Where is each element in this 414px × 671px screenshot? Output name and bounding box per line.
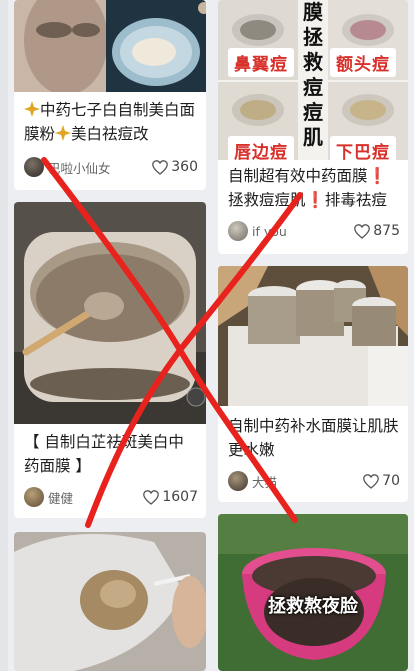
like-count: 70	[382, 473, 400, 489]
card-thumbnail[interactable]	[14, 532, 206, 671]
card-title[interactable]: 中药七子白自制美白面膜粉 美白祛痘改	[24, 98, 198, 146]
card-thumbnail[interactable]	[14, 0, 206, 92]
author-name[interactable]: 健健	[48, 488, 143, 507]
left-edge-strip	[0, 0, 8, 671]
card-title[interactable]: 【 自制白芷祛斑美白中药面膜 】	[24, 430, 198, 478]
card-title-text: 排毒祛痘	[324, 191, 387, 209]
card-title-text: 美白祛痘改	[71, 125, 149, 143]
card-title[interactable]: 自制超有效中药面膜❗拯救痘痘肌❗排毒祛痘	[228, 164, 400, 212]
card-thumbnail[interactable]	[218, 266, 408, 406]
card-meta: 健健 1607	[24, 486, 198, 508]
feed-card[interactable]: 自制中药补水面膜让肌肤更水嫩 大猫 70	[218, 266, 408, 502]
like-button[interactable]: 875	[354, 223, 400, 239]
card-thumbnail[interactable]	[14, 202, 206, 424]
image-label: 唇边痘	[228, 136, 294, 160]
avatar[interactable]	[24, 487, 44, 507]
image-overlay-text: 拯救熬夜脸	[268, 596, 358, 617]
author-name[interactable]: 大猫	[252, 472, 363, 491]
like-count: 1607	[162, 489, 198, 505]
feed-card[interactable]: 【 自制白芷祛斑美白中药面膜 】 健健 1607	[14, 202, 206, 518]
like-button[interactable]: 1607	[143, 489, 198, 505]
heart-icon	[363, 473, 380, 489]
exclamation-icon: ❗	[305, 191, 325, 209]
author-name[interactable]: if you	[252, 224, 354, 239]
like-button[interactable]: 360	[152, 159, 198, 175]
image-label: 下巴痘	[330, 136, 396, 160]
avatar[interactable]	[228, 471, 248, 491]
card-meta: 巴啦小仙女 360	[24, 156, 198, 178]
avatar[interactable]	[228, 221, 248, 241]
sparkle-icon	[24, 101, 40, 117]
like-button[interactable]: 70	[363, 473, 400, 489]
card-thumbnail[interactable]: 拯救熬夜脸	[218, 514, 408, 671]
image-vertical-text: 膜拯救痘痘肌	[303, 0, 323, 149]
card-title-text: 拯救痘痘肌	[228, 191, 306, 209]
feed-card[interactable]: 中药七子白自制美白面膜粉 美白祛痘改 巴啦小仙女 360	[14, 0, 206, 190]
like-count: 875	[373, 223, 400, 239]
author-name[interactable]: 巴啦小仙女	[48, 158, 152, 177]
exclamation-icon: ❗	[367, 167, 387, 185]
feed-card[interactable]: 鼻翼痘 额头痘 唇边痘 下巴痘 膜拯救痘痘肌 自制超有效中药面膜❗拯救痘痘肌❗排…	[218, 0, 408, 254]
image-label: 额头痘	[330, 48, 396, 77]
card-thumbnail[interactable]: 鼻翼痘 额头痘 唇边痘 下巴痘 膜拯救痘痘肌	[218, 0, 408, 160]
heart-icon	[152, 159, 169, 175]
card-meta: if you 875	[228, 220, 400, 242]
image-label: 鼻翼痘	[228, 48, 294, 77]
like-count: 360	[171, 159, 198, 175]
card-title[interactable]: 自制中药补水面膜让肌肤更水嫩	[228, 414, 400, 462]
feed-card[interactable]: 拯救熬夜脸	[218, 514, 408, 671]
sparkle-icon	[55, 125, 72, 141]
card-title-text: 自制超有效中药面膜	[228, 167, 368, 185]
card-meta: 大猫 70	[228, 470, 400, 492]
avatar[interactable]	[24, 157, 44, 177]
heart-icon	[143, 489, 160, 505]
feed-card[interactable]	[14, 532, 206, 671]
heart-icon	[354, 223, 371, 239]
